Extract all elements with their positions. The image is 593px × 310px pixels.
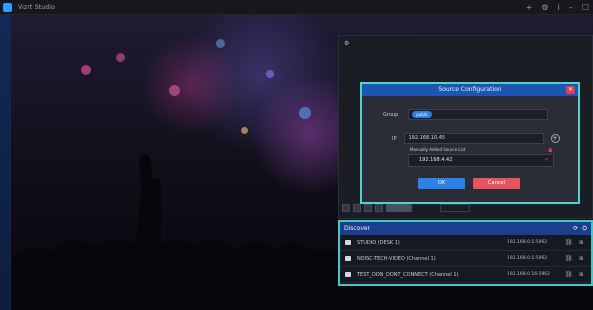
app-title: Vizrt Studio — [18, 3, 56, 11]
control-button[interactable] — [375, 204, 383, 212]
discover-actions: ⟳ ⛭ — [573, 225, 587, 233]
source-name: NDISC-TECH-VIDEO (Channel 1) — [357, 255, 436, 262]
monitor-icon — [345, 256, 351, 261]
control-pill-button[interactable] — [386, 204, 412, 212]
add-source-icon[interactable]: ⊕ — [579, 271, 584, 278]
panel-gear-icon: ⚙ — [344, 39, 350, 47]
minimize-icon[interactable]: – — [569, 0, 573, 15]
control-button[interactable] — [342, 204, 350, 212]
source-name: STUDIO (DESK 1) — [357, 239, 400, 246]
discover-panel: Discover ⟳ ⛭ STUDIO (DESK 1) 192.168.0.5… — [338, 220, 593, 286]
monitor-icon — [345, 240, 351, 245]
discover-row[interactable]: STUDIO (DESK 1) 192.168.0.5:5962 ⛓ ⊕ — [340, 235, 591, 251]
manual-source-item[interactable]: 192.168.4.42 ✔ — [408, 154, 554, 167]
row-actions: ⛓ ⊕ — [565, 239, 584, 246]
check-icon[interactable]: ✔ — [545, 155, 549, 166]
group-select[interactable]: public — [408, 109, 549, 120]
monitor-icon — [345, 272, 351, 277]
group-label: Group — [383, 111, 399, 118]
link-icon[interactable]: ⛓ — [565, 255, 573, 262]
discover-header: Discover ⟳ ⛭ — [340, 222, 591, 235]
add-circle-icon[interactable]: + — [550, 134, 560, 143]
source-name: TEST_DON_DONT_CONNECT (Channel 1) — [357, 271, 459, 278]
discover-row[interactable]: NDISC-TECH-VIDEO (Channel 1) 192.168.0.5… — [340, 251, 591, 267]
dialog-header: Source Configuration ✕ — [362, 84, 578, 96]
panel-rows — [339, 60, 592, 84]
refresh-icon[interactable]: ⟳ — [573, 225, 578, 233]
window-controls: + ⚙ ⅰ – ☐ — [526, 0, 589, 15]
window-titlebar: Vizrt Studio + ⚙ ⅰ – ☐ — [0, 0, 593, 15]
app-logo-icon — [3, 2, 12, 12]
info-icon[interactable]: ⅰ — [558, 0, 560, 15]
cancel-button[interactable]: Cancel — [473, 178, 520, 189]
ip-row: IP 192.168.10.45 + — [392, 133, 560, 144]
manual-source-value: 192.168.4.42 — [419, 157, 453, 163]
add-source-icon[interactable]: ⊕ — [579, 239, 584, 246]
add-icon[interactable]: + — [526, 0, 533, 15]
filter-icon[interactable]: ⛭ — [582, 225, 587, 233]
row-actions: ⛓ ⊕ — [565, 255, 584, 262]
row-actions: ⛓ ⊕ — [565, 271, 584, 278]
panel-header: ⚙ — [339, 36, 592, 50]
ip-label: IP — [392, 135, 397, 142]
group-row: Group public — [383, 109, 549, 120]
dialog-title: Source Configuration — [438, 86, 502, 93]
discover-row[interactable]: TEST_DON_DONT_CONNECT (Channel 1) 192.16… — [340, 267, 591, 283]
settings-gear-icon[interactable]: ⚙ — [541, 0, 548, 15]
source-ip: 192.168.0.5:5962 — [507, 240, 548, 245]
group-chip[interactable]: public — [412, 111, 433, 118]
ip-input[interactable]: 192.168.10.45 — [403, 133, 544, 144]
link-icon[interactable]: ⛓ — [565, 239, 573, 246]
panel-tabs — [339, 50, 592, 60]
source-ip: 192.168.0.5:5962 — [507, 256, 548, 261]
source-configuration-dialog: Source Configuration ✕ Group public IP 1… — [360, 82, 580, 204]
source-ip: 192.168.0.16:5962 — [507, 272, 551, 277]
warning-icon: ▲ — [548, 146, 553, 153]
manual-source-label: Manually Added Source List — [410, 147, 466, 152]
control-button[interactable] — [353, 204, 361, 212]
link-icon[interactable]: ⛓ — [565, 271, 573, 278]
add-source-icon[interactable]: ⊕ — [579, 255, 584, 262]
crowd-silhouette — [11, 154, 351, 310]
discover-title: Discover — [344, 225, 371, 232]
left-sidebar — [0, 15, 11, 310]
maximize-icon[interactable]: ☐ — [582, 0, 589, 15]
control-field[interactable] — [440, 204, 470, 212]
close-icon[interactable]: ✕ — [566, 86, 575, 94]
ok-button[interactable]: OK — [418, 178, 465, 189]
control-button[interactable] — [364, 204, 372, 212]
